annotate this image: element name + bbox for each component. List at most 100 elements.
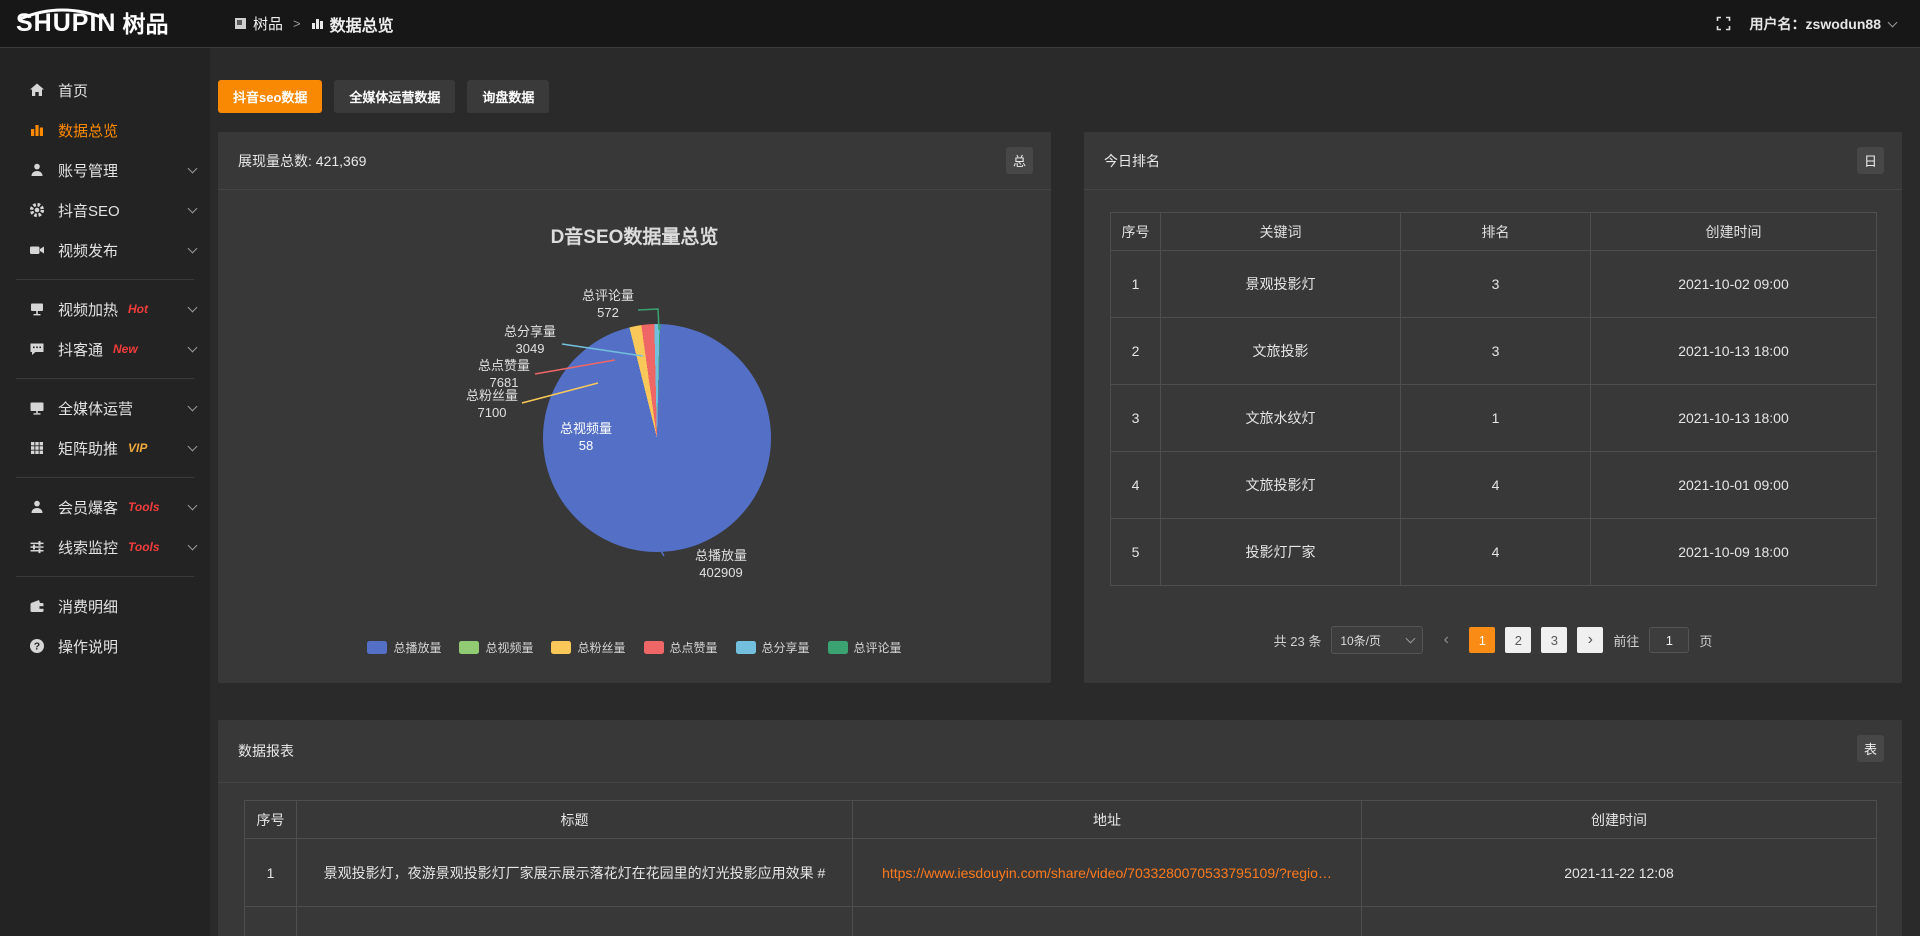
chevron-down-icon — [188, 164, 198, 174]
table-toggle-button[interactable]: 表 — [1857, 735, 1884, 762]
member-icon — [28, 499, 45, 516]
col-index: 序号 — [245, 801, 297, 839]
legend-item-videos[interactable]: 总视频量 — [459, 639, 533, 656]
wallet-icon — [28, 598, 45, 615]
chart-title: D音SEO数据量总览 — [218, 190, 1051, 249]
col-created: 创建时间 — [1362, 801, 1877, 839]
today-ranking-card: 今日排名 日 序号 关键词 排名 创建时间 1景观投影灯32021-10-02 … — [1084, 132, 1902, 683]
tab-inquiry-data[interactable]: 询盘数据 — [467, 80, 549, 113]
tools-badge: Tools — [128, 540, 160, 554]
col-index: 序号 — [1111, 213, 1161, 251]
chevron-down-icon — [188, 541, 198, 551]
goto-suffix: 页 — [1699, 631, 1712, 650]
pie-label-comments: 总评论量 572 — [558, 288, 658, 322]
legend-item-shares[interactable]: 总分享量 — [736, 639, 810, 656]
total-toggle-button[interactable]: 总 — [1006, 147, 1033, 174]
goto-page-input[interactable] — [1649, 627, 1689, 653]
top-header: SHUPIN 树品 树品 > 数据总览 用户名：zswodun88 — [0, 0, 1920, 48]
question-icon: ? — [28, 638, 45, 655]
chevron-down-icon — [188, 442, 198, 452]
table-row: 4文旅投影灯42021-10-01 09:00 — [1111, 452, 1877, 519]
data-tabs: 抖音seo数据 全媒体运营数据 询盘数据 — [218, 80, 1902, 113]
video-link[interactable]: https://www.iesdouyin.com/share/video/70… — [882, 865, 1332, 881]
page-button-2[interactable]: 2 — [1505, 627, 1531, 653]
impressions-total: 展现量总数: 421,369 — [238, 151, 366, 171]
col-url: 地址 — [853, 801, 1362, 839]
pie-label-plays: 总播放量 402909 — [666, 548, 776, 582]
tab-douyin-seo-data[interactable]: 抖音seo数据 — [218, 80, 322, 113]
sidebar-item-media-operation[interactable]: 全媒体运营 — [0, 388, 210, 428]
sidebar-item-video-heat[interactable]: 视频加热 Hot — [0, 289, 210, 329]
legend-item-comments[interactable]: 总评论量 — [828, 639, 902, 656]
col-title: 标题 — [297, 801, 853, 839]
sliders-icon — [28, 539, 45, 556]
sidebar-divider — [16, 279, 194, 280]
fullscreen-icon[interactable] — [1715, 15, 1732, 32]
sidebar-item-data-overview[interactable]: 数据总览 — [0, 110, 210, 150]
sidebar-item-video-publish[interactable]: 视频发布 — [0, 230, 210, 270]
user-icon — [28, 162, 45, 179]
breadcrumb-current[interactable]: 数据总览 — [311, 12, 394, 36]
table-row: 3文旅水纹灯12021-10-13 18:00 — [1111, 385, 1877, 452]
report-table: 序号 标题 地址 创建时间 1 景观投影灯，夜游景观投影灯厂家展示展示落花灯在花… — [244, 800, 1877, 936]
sidebar-divider — [16, 576, 194, 577]
seo-chart-card: 展现量总数: 421,369 总 D音SEO数据量总览 — [218, 132, 1051, 683]
page-button-1[interactable]: 1 — [1469, 627, 1495, 653]
pie-label-shares: 总分享量 3049 — [480, 324, 580, 358]
home-icon — [28, 82, 45, 99]
sidebar-divider — [16, 378, 194, 379]
chart-card-header: 展现量总数: 421,369 总 — [218, 132, 1051, 190]
tools-badge: Tools — [128, 500, 160, 514]
sidebar-item-consumption-detail[interactable]: 消费明细 — [0, 586, 210, 626]
video-title-cell: 景观投影灯，夜游景观投影灯厂家展示展示落花灯在花园里的灯光投影应用效果 # — [297, 839, 853, 907]
chevron-down-icon — [188, 343, 198, 353]
sidebar-item-doukertong[interactable]: 抖客通 New — [0, 329, 210, 369]
monitor-icon — [28, 400, 45, 417]
main-content: 抖音seo数据 全媒体运营数据 询盘数据 展现量总数: 421,369 总 D音… — [210, 48, 1920, 936]
video-url-cell: https://www.iesdouyin.com/share/video/70… — [853, 839, 1362, 907]
sidebar-item-clue-monitor[interactable]: 线索监控 Tools — [0, 527, 210, 567]
legend-item-likes[interactable]: 总点赞量 — [644, 639, 718, 656]
chat-icon — [28, 341, 45, 358]
sidebar-item-account-management[interactable]: 账号管理 — [0, 150, 210, 190]
chevron-down-icon — [188, 204, 198, 214]
sidebar-item-matrix-boost[interactable]: 矩阵助推 VIP — [0, 428, 210, 468]
legend-item-plays[interactable]: 总播放量 — [367, 639, 441, 656]
col-created: 创建时间 — [1591, 213, 1877, 251]
breadcrumb: 树品 > 数据总览 — [234, 12, 394, 36]
sidebar-item-member-baoke[interactable]: 会员爆客 Tools — [0, 487, 210, 527]
sidebar: 首页 数据总览 账号管理 抖音SEO 视频发布 — [0, 48, 210, 936]
sidebar-item-operation-guide[interactable]: ? 操作说明 — [0, 626, 210, 666]
table-row-partial — [245, 907, 1877, 936]
pie-label-fans: 总粉丝量 7100 — [442, 388, 542, 422]
breadcrumb-separator: > — [293, 16, 301, 31]
chevron-down-icon — [188, 402, 198, 412]
prev-page-button[interactable]: ‹ — [1433, 627, 1459, 653]
tab-media-operation-data[interactable]: 全媒体运营数据 — [334, 80, 455, 113]
table-row: 2文旅投影32021-10-13 18:00 — [1111, 318, 1877, 385]
logo[interactable]: SHUPIN 树品 — [0, 11, 210, 36]
sidebar-item-home[interactable]: 首页 — [0, 70, 210, 110]
sidebar-item-douyin-seo[interactable]: 抖音SEO — [0, 190, 210, 230]
chart-legend: 总播放量 总视频量 总粉丝量 总点赞量 总分享量 总评论量 — [218, 639, 1051, 656]
bar-chart-icon — [311, 17, 324, 30]
pie-chart-area: D音SEO数据量总览 总评论量 572 — [218, 190, 1051, 682]
page-button-3[interactable]: 3 — [1541, 627, 1567, 653]
next-page-button[interactable]: › — [1577, 627, 1603, 653]
legend-item-fans[interactable]: 总粉丝量 — [551, 639, 625, 656]
gear-icon — [28, 202, 45, 219]
legend-swatch — [644, 641, 664, 654]
pie-label-videos: 总视频量 58 — [536, 421, 636, 455]
page-size-select[interactable]: 10条/页 — [1331, 626, 1423, 654]
breadcrumb-root[interactable]: 树品 — [234, 13, 283, 34]
legend-swatch — [828, 641, 848, 654]
app-window: SHUPIN 树品 树品 > 数据总览 用户名：zswodun88 — [0, 0, 1920, 936]
table-row: 1景观投影灯32021-10-02 09:00 — [1111, 251, 1877, 318]
video-icon — [28, 242, 45, 259]
day-toggle-button[interactable]: 日 — [1857, 147, 1884, 174]
data-report-card: 数据报表 表 序号 标题 地址 创建时间 1 景观投影灯，夜游景观投影灯厂家展示… — [218, 720, 1902, 936]
screen-icon — [28, 301, 45, 318]
user-menu[interactable]: 用户名：zswodun88 — [1750, 14, 1896, 34]
chevron-down-icon — [1406, 634, 1416, 644]
grid-icon — [28, 440, 45, 457]
